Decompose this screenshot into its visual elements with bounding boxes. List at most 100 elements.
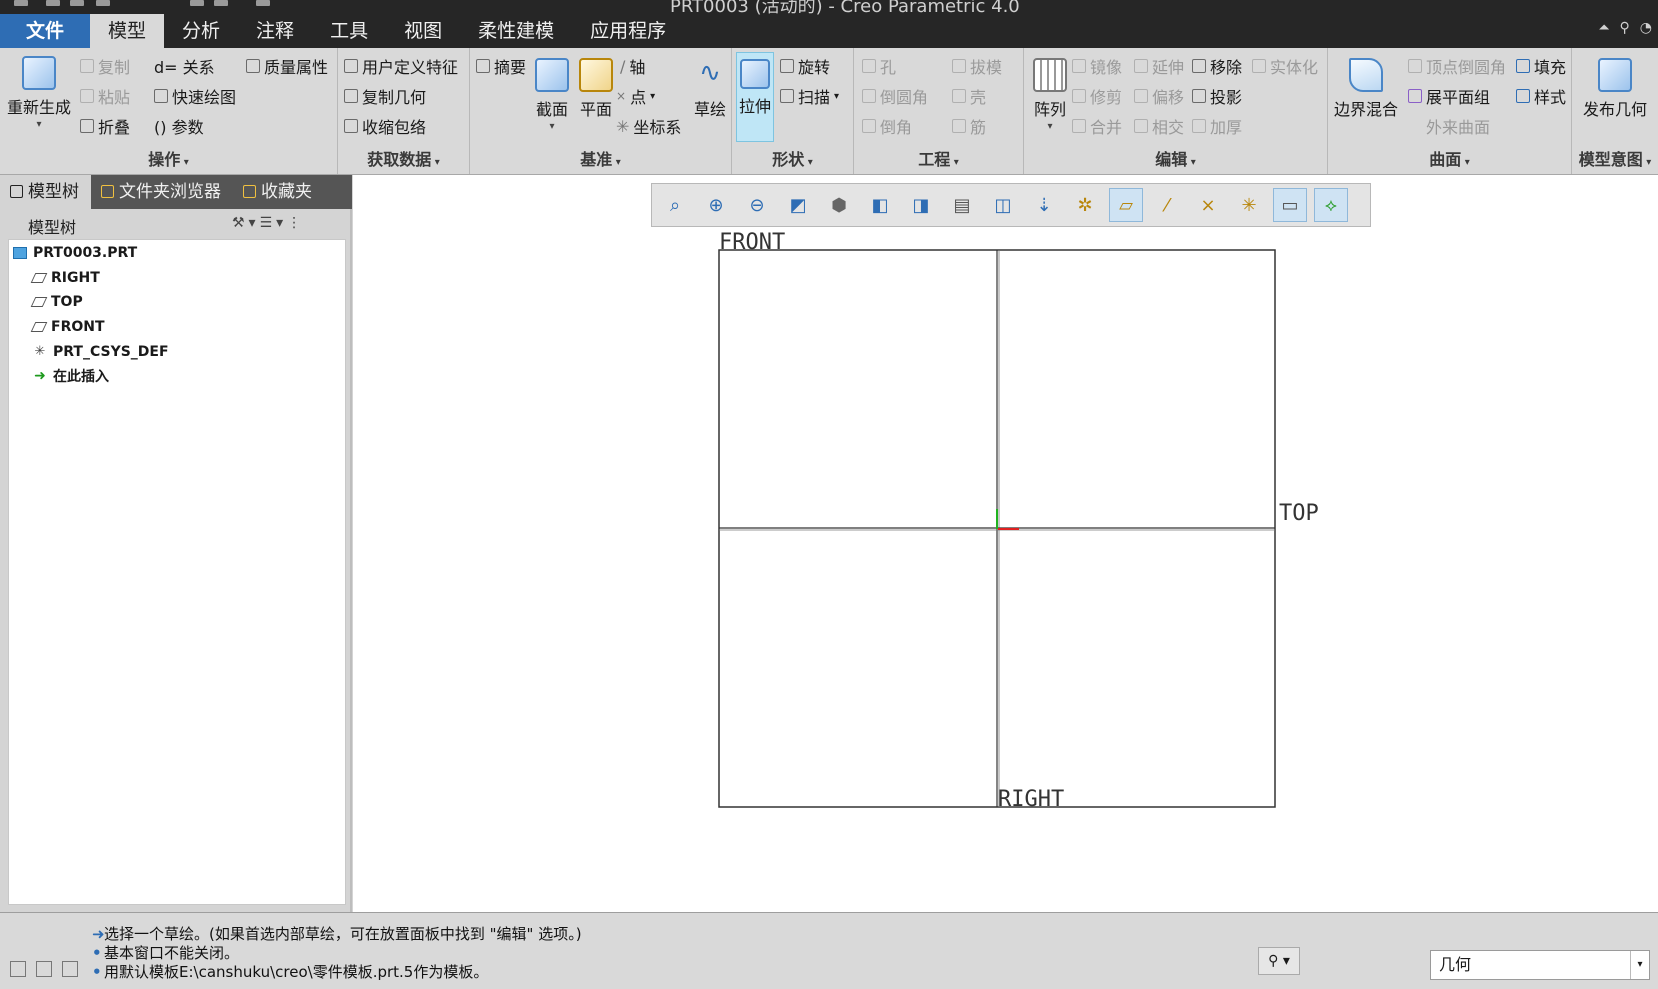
remove-button[interactable]: 移除 xyxy=(1192,54,1242,78)
show-icon[interactable]: ☰▾ xyxy=(260,215,288,231)
parameters-button[interactable]: () 参数 xyxy=(154,114,204,138)
quick-access-close-icon[interactable] xyxy=(256,0,270,6)
quick-draw-button[interactable]: 快速绘图 xyxy=(154,84,236,108)
intersect-button[interactable]: 相交 xyxy=(1134,114,1184,138)
boundary-blend-button[interactable]: 边界混合 xyxy=(1332,56,1400,120)
quick-access-new-icon[interactable] xyxy=(14,0,28,6)
quick-access-open-icon[interactable] xyxy=(46,0,60,6)
front-plane-label[interactable]: FRONT xyxy=(719,230,785,255)
zoom-out-icon[interactable]: ⊖ xyxy=(740,188,774,222)
solidify-button[interactable]: 实体化 xyxy=(1252,54,1318,78)
chamfer-button[interactable]: 倒角 xyxy=(862,114,912,138)
sketch-button[interactable]: ∿ 草绘 xyxy=(690,56,730,120)
merge-button[interactable]: 合并 xyxy=(1072,114,1122,138)
plane-display-icon[interactable]: ▱ xyxy=(1109,188,1143,222)
quick-access-undo-icon[interactable] xyxy=(96,0,110,6)
group-label-datum[interactable]: 基准 xyxy=(470,146,731,170)
zoom-in-icon[interactable]: ⊕ xyxy=(699,188,733,222)
menu-tab-analysis[interactable]: 分析 xyxy=(164,14,238,48)
fold-button[interactable]: 折叠 xyxy=(80,114,130,138)
menu-tab-annotate[interactable]: 注释 xyxy=(238,14,312,48)
section-display-icon[interactable]: ▭ xyxy=(1273,188,1307,222)
group-label-get-data[interactable]: 获取数据 xyxy=(338,146,469,170)
tree-item-part[interactable]: PRT0003.PRT xyxy=(13,243,137,263)
menu-tab-applications[interactable]: 应用程序 xyxy=(572,14,684,48)
project-button[interactable]: 投影 xyxy=(1192,84,1242,108)
datum-plane-button[interactable]: 平面 xyxy=(576,56,616,120)
tree-item-top[interactable]: TOP xyxy=(30,292,83,312)
graphics-window[interactable]: FRONT TOP RIGHT ⌕ ⊕ ⊖ ◩ ⬢ ◧ ◨ ▤ ◫ ⇣ ✲ ▱ … xyxy=(353,175,1658,912)
quick-access-regenerate-icon[interactable] xyxy=(190,0,204,6)
section-button[interactable]: 截面 ▾ xyxy=(532,56,572,134)
full-screen-icon[interactable] xyxy=(62,961,78,977)
spin-center-icon[interactable]: ⇣ xyxy=(1027,188,1061,222)
minimize-ribbon-icon[interactable]: ⏶ xyxy=(1598,20,1609,36)
chevron-down-icon[interactable]: ▾ xyxy=(1630,951,1649,979)
settings-icon[interactable]: ⚒▾ xyxy=(232,215,260,231)
point-button[interactable]: × 点 ▾ xyxy=(616,84,655,108)
menu-tab-model[interactable]: 模型 xyxy=(90,14,165,48)
paste-button[interactable]: 粘贴 xyxy=(80,84,130,108)
group-label-engineering[interactable]: 工程 xyxy=(854,146,1023,170)
group-label-surfaces[interactable]: 曲面 xyxy=(1328,146,1571,170)
help-icon[interactable]: ◔ xyxy=(1640,20,1652,36)
style-button[interactable]: 样式 xyxy=(1516,84,1566,108)
freestyle-button[interactable]: 外来曲面 xyxy=(1426,114,1490,138)
mass-properties-button[interactable]: 质量属性 xyxy=(246,54,328,78)
browser-icon[interactable] xyxy=(36,961,52,977)
repaint-icon[interactable]: ◩ xyxy=(781,188,815,222)
named-views-icon[interactable]: ◨ xyxy=(904,188,938,222)
udf-button[interactable]: 用户定义特征 xyxy=(344,54,458,78)
refit-icon[interactable]: ⌕ xyxy=(658,188,692,222)
tab-favorites[interactable]: 收藏夹 xyxy=(233,175,324,209)
thicken-button[interactable]: 加厚 xyxy=(1192,114,1242,138)
extend-button[interactable]: 延伸 xyxy=(1134,54,1184,78)
rib-button[interactable]: 筋 xyxy=(952,114,986,138)
saved-orientations-icon[interactable]: ◧ xyxy=(863,188,897,222)
view-manager-icon[interactable]: ▤ xyxy=(945,188,979,222)
top-plane-label[interactable]: TOP xyxy=(1279,501,1319,526)
summary-button[interactable]: 摘要 xyxy=(476,54,526,78)
filter-icon[interactable]: ⋮ xyxy=(287,215,305,231)
flatten-quilt-button[interactable]: 展平面组 xyxy=(1408,84,1490,108)
perspective-icon[interactable]: ◫ xyxy=(986,188,1020,222)
group-label-editing[interactable]: 编辑 xyxy=(1024,146,1327,170)
menu-tab-file[interactable]: 文件 xyxy=(0,14,91,48)
vertex-round-button[interactable]: 顶点倒圆角 xyxy=(1408,54,1506,78)
csys-button[interactable]: ✳ 坐标系 xyxy=(616,114,681,138)
sweep-button[interactable]: 扫描 ▾ xyxy=(780,84,839,108)
selection-filter[interactable]: 几何 ▾ xyxy=(1430,950,1650,980)
annotation-display-icon[interactable]: ✲ xyxy=(1068,188,1102,222)
axis-button[interactable]: / 轴 xyxy=(620,54,645,78)
copy-geometry-button[interactable]: 复制几何 xyxy=(344,84,426,108)
find-button[interactable]: ⚲ ▾ xyxy=(1258,947,1300,975)
datum-planes-view[interactable]: FRONT TOP RIGHT xyxy=(353,175,1658,912)
quick-access-save-icon[interactable] xyxy=(70,0,84,6)
quick-access-windows-icon[interactable] xyxy=(214,0,228,6)
tree-item-insert-here[interactable]: ➜ 在此插入 xyxy=(33,366,109,386)
datum-connect-icon[interactable]: ⟡ xyxy=(1314,188,1348,222)
shell-button[interactable]: 壳 xyxy=(952,84,986,108)
shrinkwrap-button[interactable]: 收缩包络 xyxy=(344,114,426,138)
menu-tab-view[interactable]: 视图 xyxy=(386,14,460,48)
draft-button[interactable]: 拔模 xyxy=(952,54,1002,78)
tree-item-csys[interactable]: ✳ PRT_CSYS_DEF xyxy=(33,342,169,362)
search-icon[interactable]: ⚲ xyxy=(1620,20,1630,36)
extrude-button[interactable]: 拉伸 xyxy=(736,52,774,142)
group-label-model-intent[interactable]: 模型意图 xyxy=(1572,146,1658,170)
trim-button[interactable]: 修剪 xyxy=(1072,84,1122,108)
group-label-shapes[interactable]: 形状 xyxy=(732,146,853,170)
pattern-button[interactable]: 阵列 ▾ xyxy=(1030,56,1070,134)
display-style-icon[interactable]: ⬢ xyxy=(822,188,856,222)
mirror-button[interactable]: 镜像 xyxy=(1072,54,1122,78)
regenerate-button[interactable]: 重新生成 ▾ xyxy=(6,56,72,132)
offset-button[interactable]: 偏移 xyxy=(1134,84,1184,108)
csys-display-icon[interactable]: ✳ xyxy=(1232,188,1266,222)
relations-button[interactable]: d= 关系 xyxy=(154,54,215,78)
hole-button[interactable]: 孔 xyxy=(862,54,896,78)
round-button[interactable]: 倒圆角 xyxy=(862,84,928,108)
group-label-operations[interactable]: 操作 xyxy=(0,146,337,170)
layout-icon[interactable] xyxy=(10,961,26,977)
tab-folder-browser[interactable]: 文件夹浏览器 xyxy=(91,175,233,209)
point-display-icon[interactable]: × xyxy=(1191,188,1225,222)
